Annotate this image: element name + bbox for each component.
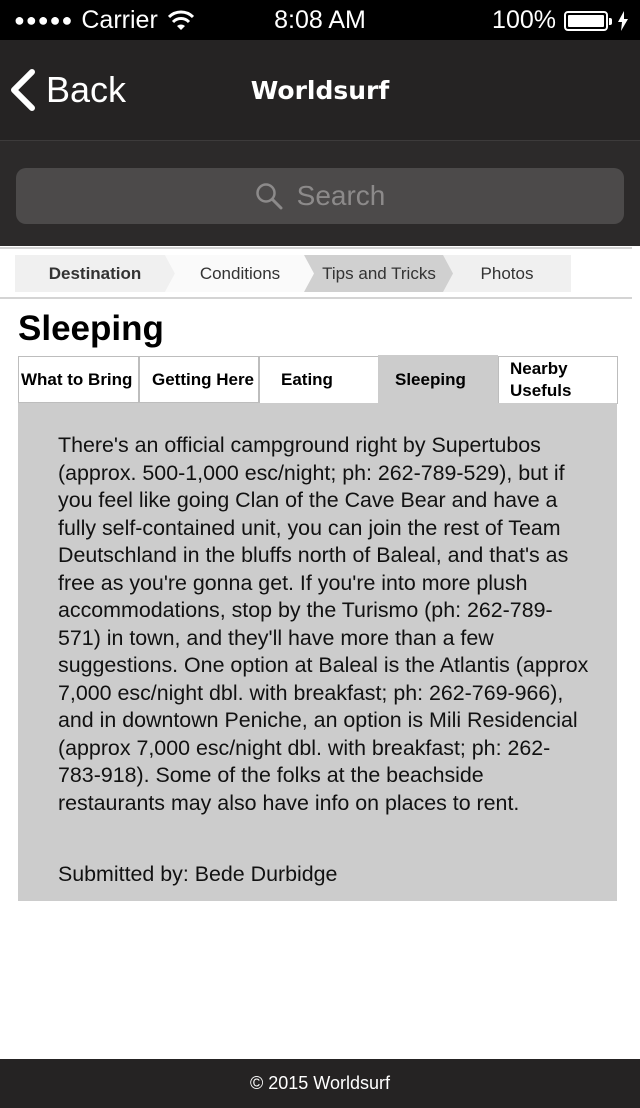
bolt-icon	[618, 10, 628, 31]
content-text: There's an official campground right by …	[58, 433, 589, 815]
tab-photos[interactable]: Photos	[443, 255, 571, 292]
search-input[interactable]: Search	[16, 168, 624, 224]
submitted-by: Submitted by: Bede Durbidge	[58, 862, 338, 886]
subtab-what-to-bring[interactable]: What to Bring	[18, 356, 139, 403]
search-bar-container: Search	[0, 140, 640, 246]
footer: © 2015 Worldsurf	[0, 1059, 640, 1108]
battery-cap	[609, 17, 612, 25]
status-bar: ●●●●● Carrier 8:08 AM 100%	[0, 0, 640, 40]
subtab-getting-here[interactable]: Getting Here	[139, 356, 259, 403]
copyright-text: © 2015 Worldsurf	[250, 1073, 390, 1093]
breadcrumb-tabs: Destination Conditions Tips and Tricks P…	[0, 247, 632, 299]
nav-bar: Back Worldsurf	[0, 40, 640, 140]
search-placeholder: Search	[296, 180, 386, 211]
subtab-sleeping[interactable]: Sleeping	[378, 355, 498, 404]
subtab-nearby-usefuls[interactable]: Nearby Usefuls	[498, 356, 618, 404]
search-icon	[255, 183, 283, 210]
nav-title: Worldsurf	[250, 76, 390, 105]
tab-tips-and-tricks[interactable]: Tips and Tricks	[304, 255, 454, 292]
battery-percent: 100%	[492, 6, 556, 34]
subtab-eating[interactable]: Eating	[259, 356, 379, 404]
tab-destination[interactable]: Destination	[15, 255, 175, 292]
tab-conditions[interactable]: Conditions	[165, 255, 315, 292]
section-tabs: What to Bring Getting Here Eating Sleepi…	[18, 355, 618, 404]
battery-fill	[568, 14, 604, 27]
status-right: 100%	[492, 6, 628, 35]
battery-icon	[564, 10, 612, 31]
content-panel: There's an official campground right by …	[18, 403, 617, 901]
page-title: Sleeping	[18, 309, 164, 348]
